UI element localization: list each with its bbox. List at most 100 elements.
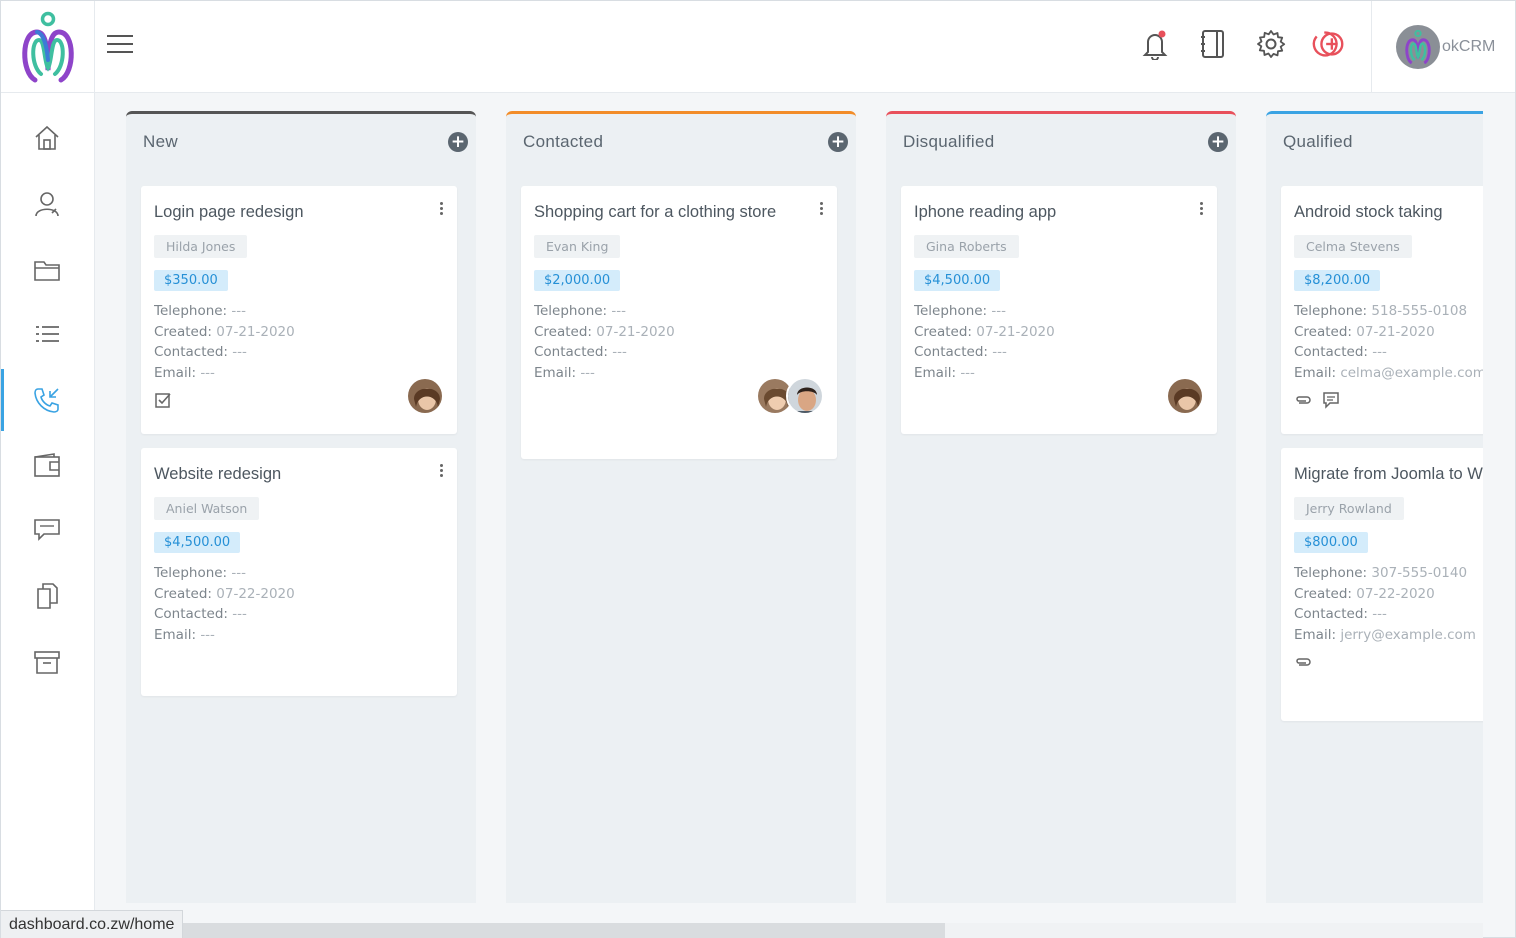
wallet-icon <box>34 453 60 477</box>
card-menu-icon[interactable] <box>817 202 825 220</box>
telephone-label: Telephone: <box>1294 303 1368 319</box>
contact-person-chip[interactable]: Celma Stevens <box>1294 235 1412 258</box>
lead-card[interactable]: Android stock taking Celma Stevens $8,20… <box>1281 186 1483 434</box>
column-qualified: Qualified + Android stock taking Celma S… <box>1266 111 1483 903</box>
app-logo[interactable] <box>1 1 95 93</box>
horizontal-scrollbar[interactable] <box>95 923 1483 938</box>
lead-card[interactable]: Login page redesign Hilda Jones $350.00 … <box>141 186 457 434</box>
sidebar-item-tasks[interactable] <box>1 303 93 365</box>
add-card-button[interactable]: + <box>448 132 468 152</box>
email-label: Email: <box>534 364 577 381</box>
card-menu-icon[interactable] <box>437 464 445 482</box>
sidebar <box>1 93 95 938</box>
sidebar-item-messages[interactable] <box>1 499 93 561</box>
assignee-avatar[interactable] <box>406 377 444 415</box>
column-new: New + Login page redesign Hilda Jones $3… <box>126 111 476 903</box>
telephone-label: Telephone: <box>534 303 608 319</box>
created-value: 07-22-2020 <box>1356 585 1435 602</box>
phone-incoming-icon <box>34 388 59 413</box>
amount-badge: $4,500.00 <box>914 270 1001 291</box>
kanban-board: New + Login page redesign Hilda Jones $3… <box>95 93 1483 923</box>
email-value: celma@example.com <box>1340 364 1483 381</box>
scrollbar-thumb[interactable] <box>95 923 945 938</box>
sidebar-item-finance[interactable] <box>1 435 93 497</box>
email-label: Email: <box>914 364 957 381</box>
sidebar-item-projects[interactable] <box>1 239 93 301</box>
lead-card[interactable]: Shopping cart for a clothing store Evan … <box>521 186 837 459</box>
settings-gear-icon[interactable] <box>1253 26 1289 62</box>
attachment-icon[interactable] <box>1294 656 1312 668</box>
created-label: Created: <box>154 585 212 602</box>
amount-badge: $4,500.00 <box>154 532 241 553</box>
contacted-label: Contacted: <box>154 606 228 622</box>
card-title: Login page redesign <box>154 203 304 221</box>
telephone-label: Telephone: <box>914 303 988 319</box>
created-label: Created: <box>1294 585 1352 602</box>
contact-person-chip[interactable]: Evan King <box>534 235 621 258</box>
sidebar-item-contacts[interactable] <box>1 173 93 235</box>
contacted-value: --- <box>1372 344 1387 360</box>
notebook-icon[interactable] <box>1195 26 1231 62</box>
telephone-value: --- <box>231 565 247 581</box>
column-disqualified: Disqualified + Iphone reading app Gina R… <box>886 111 1236 903</box>
telephone-value: --- <box>231 303 247 319</box>
email-value: --- <box>960 364 975 381</box>
card-title: Migrate from Joomla to WordPress <box>1294 465 1483 483</box>
telephone-value: --- <box>611 303 627 319</box>
comment-icon[interactable] <box>1322 391 1340 409</box>
contact-person-chip[interactable]: Gina Roberts <box>914 235 1019 258</box>
lead-card[interactable]: Website redesign Aniel Watson $4,500.00 … <box>141 448 457 696</box>
contacted-value: --- <box>992 344 1007 360</box>
card-title: Shopping cart for a clothing store <box>534 203 777 221</box>
contacted-label: Contacted: <box>1294 344 1368 360</box>
card-menu-icon[interactable] <box>437 202 445 220</box>
user-avatar <box>1396 25 1440 69</box>
lead-card[interactable]: Iphone reading app Gina Roberts $4,500.0… <box>901 186 1217 434</box>
column-contacted: Contacted + Shopping cart for a clothing… <box>506 111 856 903</box>
add-new-icon[interactable] <box>1311 26 1347 62</box>
notifications-bell-icon[interactable] <box>1137 26 1173 62</box>
telephone-label: Telephone: <box>1294 565 1368 581</box>
folder-icon <box>34 261 60 281</box>
contacted-label: Contacted: <box>1294 606 1368 622</box>
add-card-button[interactable]: + <box>1208 132 1228 152</box>
checkbox-task-icon[interactable] <box>154 391 172 409</box>
add-card-button[interactable]: + <box>828 132 848 152</box>
amount-badge: $800.00 <box>1294 532 1368 553</box>
assignee-avatar[interactable] <box>1166 377 1204 415</box>
contacted-value: --- <box>612 344 627 360</box>
user-menu[interactable]: okCRM <box>1371 1 1515 93</box>
contacted-value: --- <box>1372 606 1387 622</box>
email-label: Email: <box>154 364 197 381</box>
card-menu-icon[interactable] <box>1197 202 1205 220</box>
column-title: New <box>143 132 178 151</box>
chat-icon <box>34 519 60 541</box>
menu-toggle-button[interactable] <box>107 29 137 59</box>
telephone-value: 307-555-0140 <box>1371 565 1468 581</box>
email-value: jerry@example.com <box>1340 626 1476 643</box>
sidebar-item-leads[interactable] <box>1 369 93 431</box>
telephone-label: Telephone: <box>154 303 228 319</box>
sidebar-item-documents[interactable] <box>1 565 93 627</box>
contact-person-chip[interactable]: Aniel Watson <box>154 497 260 520</box>
sidebar-item-home[interactable] <box>1 107 93 169</box>
contacted-value: --- <box>232 606 247 622</box>
card-title: Website redesign <box>154 465 282 483</box>
sidebar-item-archive[interactable] <box>1 631 93 693</box>
assignee-avatar[interactable] <box>786 377 824 415</box>
amount-badge: $350.00 <box>154 270 228 291</box>
created-value: 07-21-2020 <box>1356 323 1435 340</box>
card-title: Android stock taking <box>1294 203 1443 221</box>
email-value: --- <box>580 364 595 381</box>
contacted-label: Contacted: <box>914 344 988 360</box>
contact-person-chip[interactable]: Jerry Rowland <box>1294 497 1404 520</box>
contact-person-chip[interactable]: Hilda Jones <box>154 235 248 258</box>
email-value: --- <box>200 626 215 643</box>
email-label: Email: <box>1294 626 1337 643</box>
email-label: Email: <box>154 626 197 643</box>
lead-card[interactable]: Migrate from Joomla to WordPress Jerry R… <box>1281 448 1483 721</box>
user-name: okCRM <box>1442 38 1496 55</box>
attachment-icon[interactable] <box>1294 394 1312 406</box>
home-icon <box>35 125 59 150</box>
created-value: 07-22-2020 <box>216 585 295 602</box>
